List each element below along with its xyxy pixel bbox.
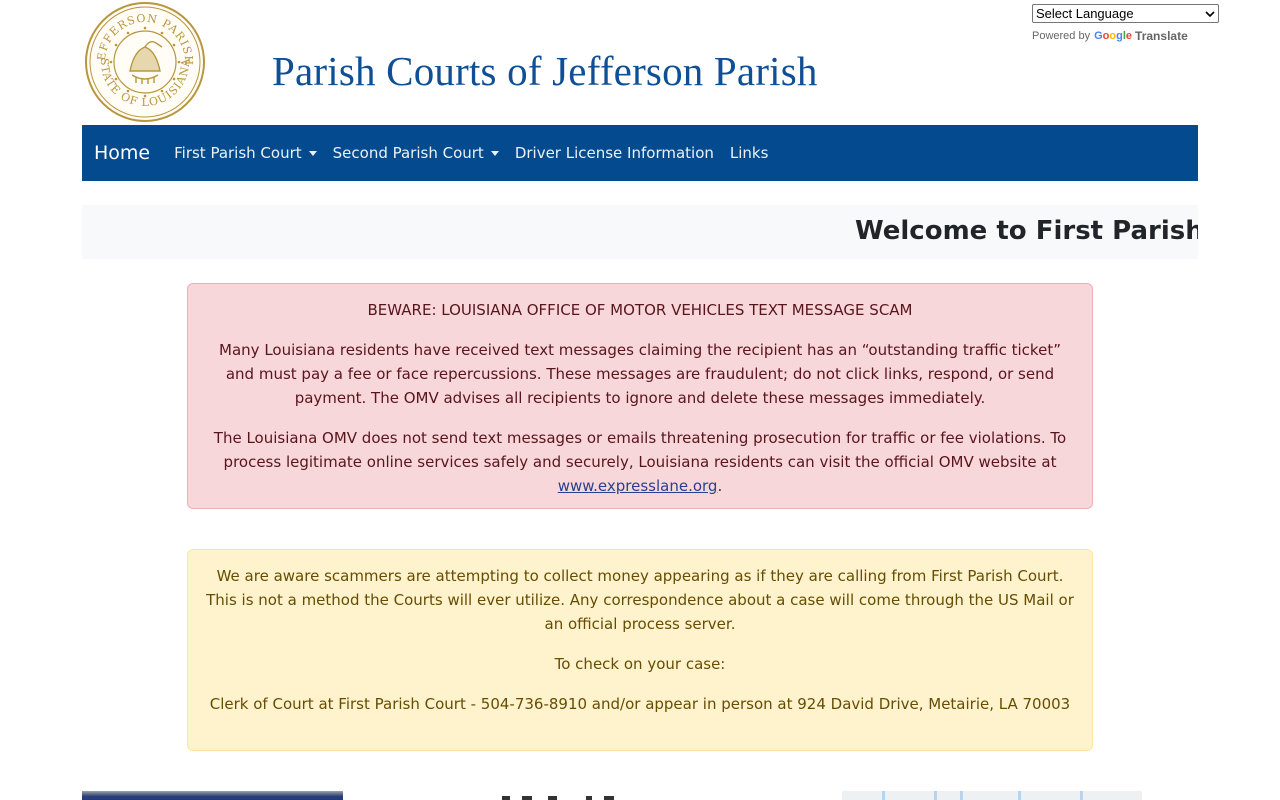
nav-driver-license-information[interactable]: Driver License Information (515, 144, 714, 162)
google-translate-widget: Select Language Powered by Google Transl… (1032, 4, 1219, 43)
expresslane-link[interactable]: www.expresslane.org (558, 477, 718, 495)
caret-down-icon (490, 150, 499, 156)
nav-item-label: Second Parish Court (332, 144, 484, 162)
welcome-marquee: Welcome to First Parish Court (82, 205, 1198, 259)
omv-alert-heading: BEWARE: LOUISIANA OFFICE OF MOTOR VEHICL… (367, 301, 913, 319)
scam-alert-paragraph: We are aware scammers are attempting to … (206, 567, 1074, 633)
google-logo: Google (1094, 30, 1133, 42)
omv-scam-alert: BEWARE: LOUISIANA OFFICE OF MOTOR VEHICL… (187, 283, 1093, 509)
nav-item-label: Links (729, 144, 769, 162)
cut-off-heading (496, 792, 620, 800)
court-scam-alert: We are aware scammers are attempting to … (187, 549, 1093, 751)
omv-alert-paragraph-2: The Louisiana OMV does not send text mes… (206, 426, 1074, 498)
caret-down-icon (308, 150, 317, 156)
check-case-heading: To check on your case: (554, 655, 726, 673)
clerk-contact-info: Clerk of Court at First Parish Court - 5… (209, 695, 1071, 713)
omv-alert-paragraph: Many Louisiana residents have received t… (219, 341, 1061, 407)
omv-alert-text: The Louisiana OMV does not send text mes… (213, 429, 1067, 471)
translate-link[interactable]: Translate (1135, 29, 1188, 43)
nav-home-link[interactable]: Home (94, 142, 150, 164)
nav-second-parish-court[interactable]: Second Parish Court (333, 144, 499, 162)
nav-first-parish-court[interactable]: First Parish Court (174, 144, 317, 162)
powered-by-label: Powered by (1032, 30, 1091, 42)
nav-item-label: Driver License Information (514, 144, 714, 162)
site-title: Parish Courts of Jefferson Parish (272, 48, 818, 94)
powered-by-google-translate: Powered by Google Translate (1032, 29, 1219, 43)
language-select-value: Select Language (1036, 6, 1134, 21)
nav-links[interactable]: Links (730, 144, 769, 162)
welcome-text: Welcome to First Parish Court (855, 216, 1198, 246)
chevron-down-icon (1205, 10, 1215, 17)
nav-item-label: First Parish Court (174, 144, 302, 162)
main-navbar: Home First Parish Court Second Parish Co… (82, 125, 1198, 181)
language-select[interactable]: Select Language (1032, 4, 1219, 23)
courthouse-photo (82, 791, 343, 800)
omv-alert-suffix: . (717, 477, 723, 495)
jefferson-parish-seal-logo[interactable]: JEFFERSON PARISH STATE OF LOUISIANA (80, 0, 206, 123)
location-map[interactable] (842, 791, 1142, 800)
